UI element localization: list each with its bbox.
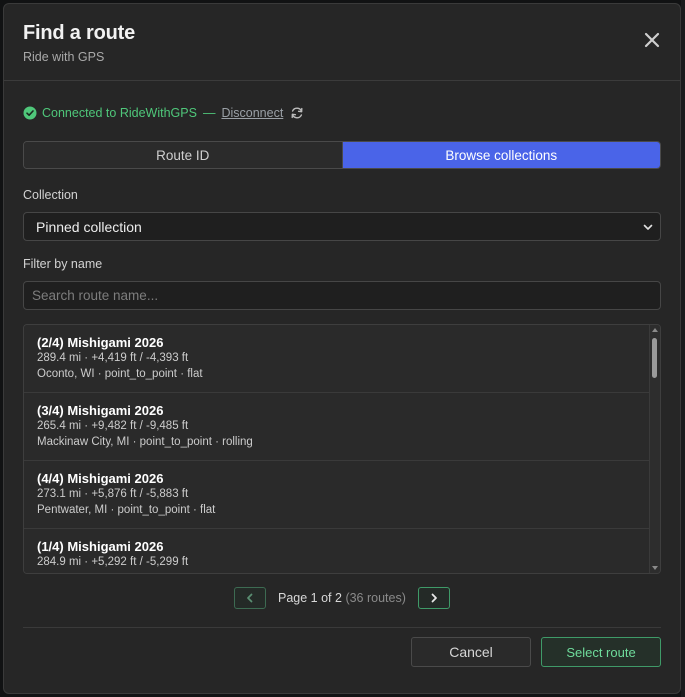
close-button[interactable] — [640, 28, 664, 52]
tab-browse-collections[interactable]: Browse collections — [342, 142, 660, 168]
route-stats: 273.1 mi · +5,876 ft / -5,883 ft — [37, 488, 189, 500]
route-stats: 265.4 mi · +9,482 ft / -9,485 ft — [37, 420, 189, 432]
scroll-down-arrow-icon[interactable] — [652, 566, 658, 570]
route-list: (2/4) Mishigami 2026 289.4 mi · +4,419 f… — [23, 324, 661, 574]
route-meta: Pentwater, MI · point_to_point · flat — [37, 504, 216, 516]
filter-label: Filter by name — [23, 257, 103, 271]
route-name: (1/4) Mishigami 2026 — [37, 539, 164, 554]
close-icon — [644, 32, 660, 48]
route-meta: Mackinaw City, MI · point_to_point · rol… — [37, 436, 253, 448]
collection-select[interactable]: Pinned collection — [23, 212, 661, 241]
chevron-left-icon — [247, 593, 253, 603]
select-route-button[interactable]: Select route — [541, 637, 661, 667]
list-item[interactable]: (1/4) Mishigami 2026 284.9 mi · +5,292 f… — [24, 529, 651, 573]
find-route-dialog: Find a route Ride with GPS Connected to … — [3, 3, 681, 694]
collection-selected-value: Pinned collection — [36, 218, 142, 235]
scrollbar-thumb[interactable] — [652, 338, 657, 378]
dialog-subtitle: Ride with GPS — [23, 50, 105, 64]
page-indicator: Page 1 of 2 (36 routes) — [278, 591, 406, 605]
collection-label: Collection — [23, 188, 78, 202]
search-input[interactable] — [23, 281, 661, 310]
background-edge — [681, 0, 685, 697]
list-scrollbar[interactable] — [649, 325, 660, 573]
prev-page-button[interactable] — [234, 587, 266, 609]
scroll-up-arrow-icon[interactable] — [652, 328, 658, 332]
chevron-right-icon — [431, 593, 437, 603]
status-separator: — — [202, 106, 216, 120]
dialog-title: Find a route — [23, 22, 136, 44]
route-name: (3/4) Mishigami 2026 — [37, 403, 164, 418]
source-tabs: Route ID Browse collections — [23, 141, 661, 169]
page-text: Page 1 of 2 — [278, 591, 342, 605]
route-stats: 284.9 mi · +5,292 ft / -5,299 ft — [37, 556, 189, 568]
route-name: (4/4) Mishigami 2026 — [37, 471, 164, 486]
cancel-button[interactable]: Cancel — [411, 637, 531, 667]
route-count: (36 routes) — [345, 591, 406, 605]
next-page-button[interactable] — [417, 587, 450, 609]
disconnect-link[interactable]: Disconnect — [221, 106, 283, 120]
connected-text: Connected to RideWithGPS — [42, 106, 197, 120]
list-item[interactable]: (2/4) Mishigami 2026 289.4 mi · +4,419 f… — [24, 325, 651, 393]
route-list-items: (2/4) Mishigami 2026 289.4 mi · +4,419 f… — [24, 325, 651, 573]
connection-status: Connected to RideWithGPS — Disconnect — [23, 104, 304, 122]
route-meta: Oconto, WI · point_to_point · flat — [37, 368, 203, 380]
chevron-down-icon — [643, 224, 653, 230]
refresh-icon[interactable] — [290, 106, 304, 120]
check-circle-icon — [23, 106, 37, 120]
dialog-header: Find a route Ride with GPS — [4, 4, 680, 81]
list-item[interactable]: (3/4) Mishigami 2026 265.4 mi · +9,482 f… — [24, 393, 651, 461]
pagination: Page 1 of 2 (36 routes) — [234, 585, 450, 611]
list-item[interactable]: (4/4) Mishigami 2026 273.1 mi · +5,876 f… — [24, 461, 651, 529]
footer-divider — [23, 627, 661, 628]
route-name: (2/4) Mishigami 2026 — [37, 335, 164, 350]
tab-route-id[interactable]: Route ID — [24, 142, 343, 168]
route-stats: 289.4 mi · +4,419 ft / -4,393 ft — [37, 352, 189, 364]
